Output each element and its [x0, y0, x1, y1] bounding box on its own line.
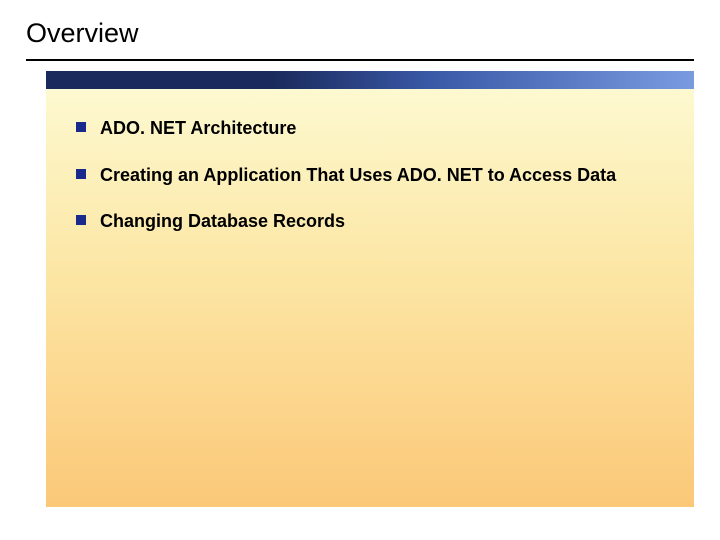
- bullet-text: Creating an Application That Uses ADO. N…: [100, 164, 616, 187]
- accent-bar: [46, 71, 694, 89]
- square-bullet-icon: [76, 215, 86, 225]
- square-bullet-icon: [76, 169, 86, 179]
- title-underline: [26, 59, 694, 61]
- list-item: Changing Database Records: [76, 210, 664, 233]
- slide: Overview ADO. NET Architecture Creating …: [0, 0, 720, 540]
- bullet-text: ADO. NET Architecture: [100, 117, 296, 140]
- slide-title: Overview: [0, 0, 720, 59]
- list-item: Creating an Application That Uses ADO. N…: [76, 164, 664, 187]
- list-item: ADO. NET Architecture: [76, 117, 664, 140]
- square-bullet-icon: [76, 122, 86, 132]
- content-area: ADO. NET Architecture Creating an Applic…: [46, 89, 694, 507]
- bullet-text: Changing Database Records: [100, 210, 345, 233]
